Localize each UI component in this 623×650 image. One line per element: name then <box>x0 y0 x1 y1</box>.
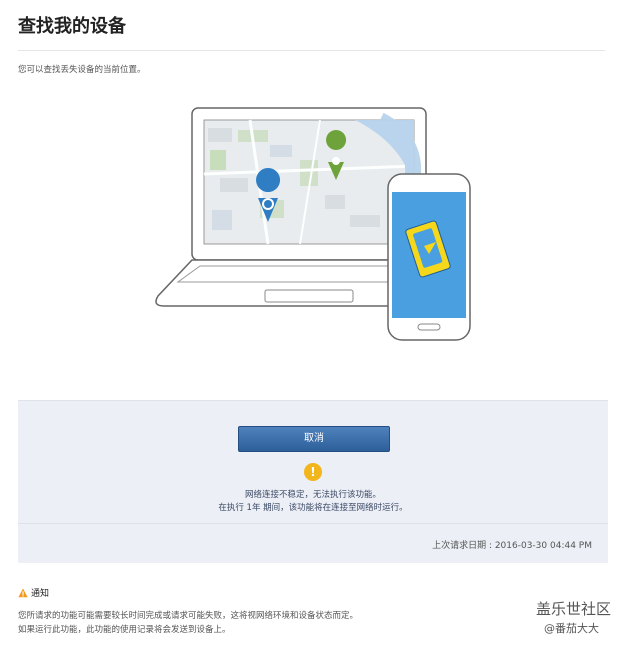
device-illustration <box>155 107 471 341</box>
smartphone-icon <box>387 173 471 341</box>
title-divider <box>18 50 605 51</box>
cancel-button[interactable]: 取消 <box>238 426 390 452</box>
notice-line2: 如果运行此功能，此功能的使用记录将会发送到设备上。 <box>18 625 231 635</box>
request-panel: 取消 ! 网络连接不稳定，无法执行该功能。 在执行 1年 期间，该功能将在连接至… <box>18 400 608 563</box>
page-subtitle: 您可以查找丢失设备的当前位置。 <box>18 65 146 75</box>
warning-triangle-icon <box>18 588 28 597</box>
notice-heading: 通知 <box>18 586 49 599</box>
panel-divider <box>18 523 608 524</box>
notice-line1: 您所请求的功能可能需要较长时间完成或请求可能失败，这将视网络环境和设备状态而定。 <box>18 611 359 621</box>
watermark-brand: 盖乐世社区 <box>536 600 612 618</box>
notice-title: 通知 <box>31 589 50 599</box>
network-message-line1: 网络连接不稳定，无法执行该功能。 <box>244 490 381 500</box>
network-message-line2: 在执行 1年 期间，该功能将在连接至网络时运行。 <box>218 503 408 513</box>
page-title: 查找我的设备 <box>18 16 126 37</box>
warning-icon: ! <box>304 463 322 481</box>
watermark-user: @番茄大大 <box>544 622 599 635</box>
last-request-date: 上次请求日期 : 2016-03-30 04:44 PM <box>432 541 592 551</box>
